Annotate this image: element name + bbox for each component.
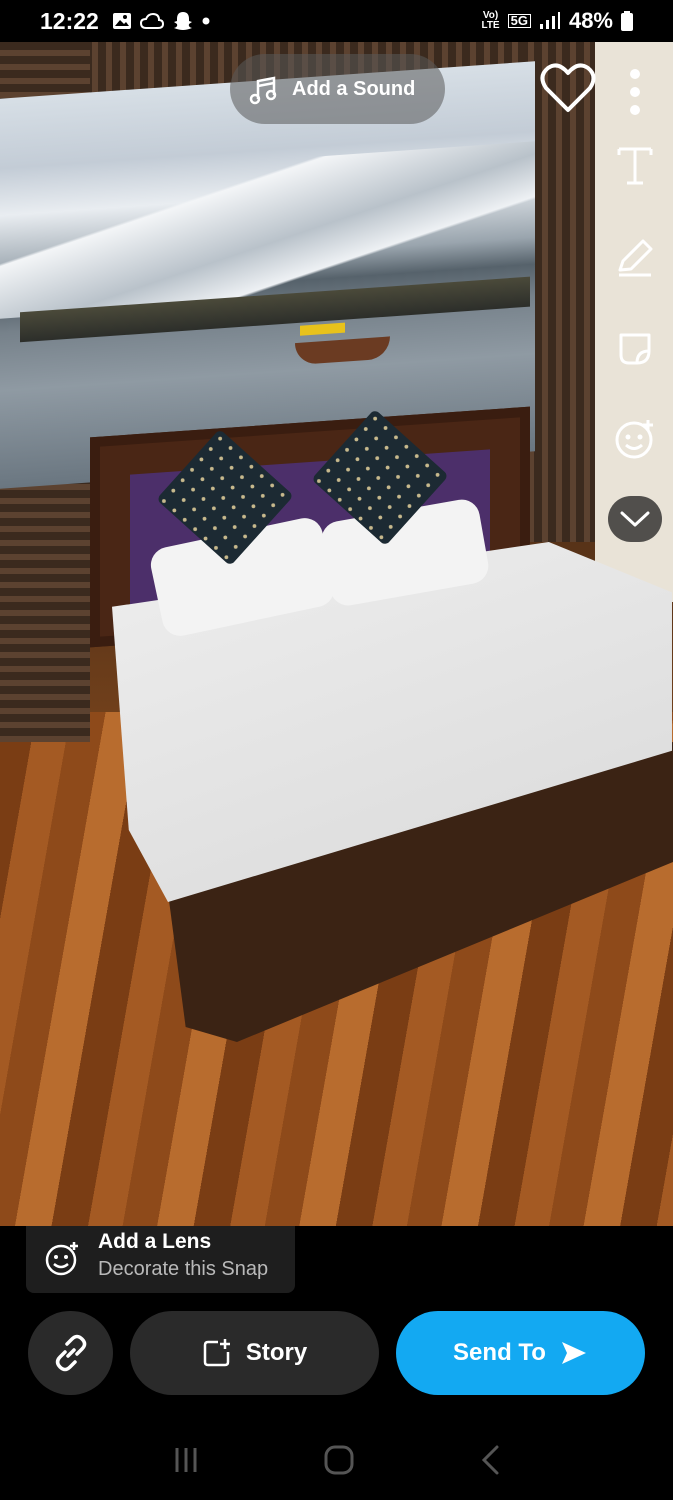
lens-tool-button[interactable] [605, 414, 665, 464]
status-right: Vo) LTE 5G 48% [481, 8, 633, 34]
attach-link-button[interactable] [28, 1311, 113, 1395]
mural-boat [295, 336, 390, 366]
signal-icon [539, 12, 560, 29]
story-add-icon [203, 1339, 230, 1367]
snap-photo[interactable] [0, 42, 673, 1226]
add-sound-label: Add a Sound [292, 77, 416, 100]
notification-icons [112, 10, 210, 32]
battery-icon [621, 11, 633, 31]
story-label: Story [245, 1339, 308, 1366]
add-lens-card[interactable]: Add a Lens Decorate this Snap [26, 1226, 295, 1293]
back-icon[interactable] [478, 1444, 502, 1476]
gallery-icon [113, 13, 131, 29]
system-nav-bar [0, 1420, 673, 1500]
story-button[interactable]: Story [130, 1311, 379, 1395]
lens-add-icon [45, 1242, 78, 1276]
send-arrow-icon [561, 1342, 586, 1364]
send-to-label: Send To [453, 1339, 546, 1366]
more-options-button[interactable] [605, 68, 665, 116]
music-note-icon [249, 76, 277, 105]
lens-face-icon [615, 420, 653, 459]
pencil-icon [618, 239, 653, 277]
dot-icon [202, 17, 210, 25]
link-icon [55, 1334, 86, 1372]
heart-icon [540, 63, 596, 112]
snapchat-ghost-icon [174, 12, 192, 30]
expand-tools-button[interactable] [608, 496, 662, 542]
add-lens-title: Add a Lens [98, 1230, 212, 1253]
band-indicator: 5G [507, 14, 531, 28]
draw-tool-button[interactable] [605, 232, 665, 282]
status-time: 12:22 [40, 8, 99, 34]
volte-indicator: Vo) LTE [481, 11, 499, 31]
send-to-button[interactable]: Send To [396, 1311, 645, 1395]
favorite-button[interactable] [540, 62, 596, 119]
volte-bottom: LTE [481, 20, 500, 31]
chevron-down-icon [620, 511, 650, 527]
text-tool-button[interactable] [605, 140, 665, 190]
recent-apps-icon[interactable] [171, 1445, 201, 1475]
add-lens-subtitle: Decorate this Snap [98, 1258, 269, 1280]
sticker-icon [619, 333, 651, 365]
text-icon [617, 147, 653, 185]
status-bar: 12:22 Vo) LTE 5G 48% [0, 0, 673, 42]
home-icon[interactable] [323, 1444, 355, 1476]
sticker-tool-button[interactable] [605, 324, 665, 374]
battery-percent: 48% [568, 8, 613, 33]
mural-boat-roof [300, 322, 345, 336]
more-vertical-icon [630, 69, 640, 115]
add-sound-button[interactable]: Add a Sound [230, 54, 445, 124]
cloud-icon [140, 12, 164, 29]
